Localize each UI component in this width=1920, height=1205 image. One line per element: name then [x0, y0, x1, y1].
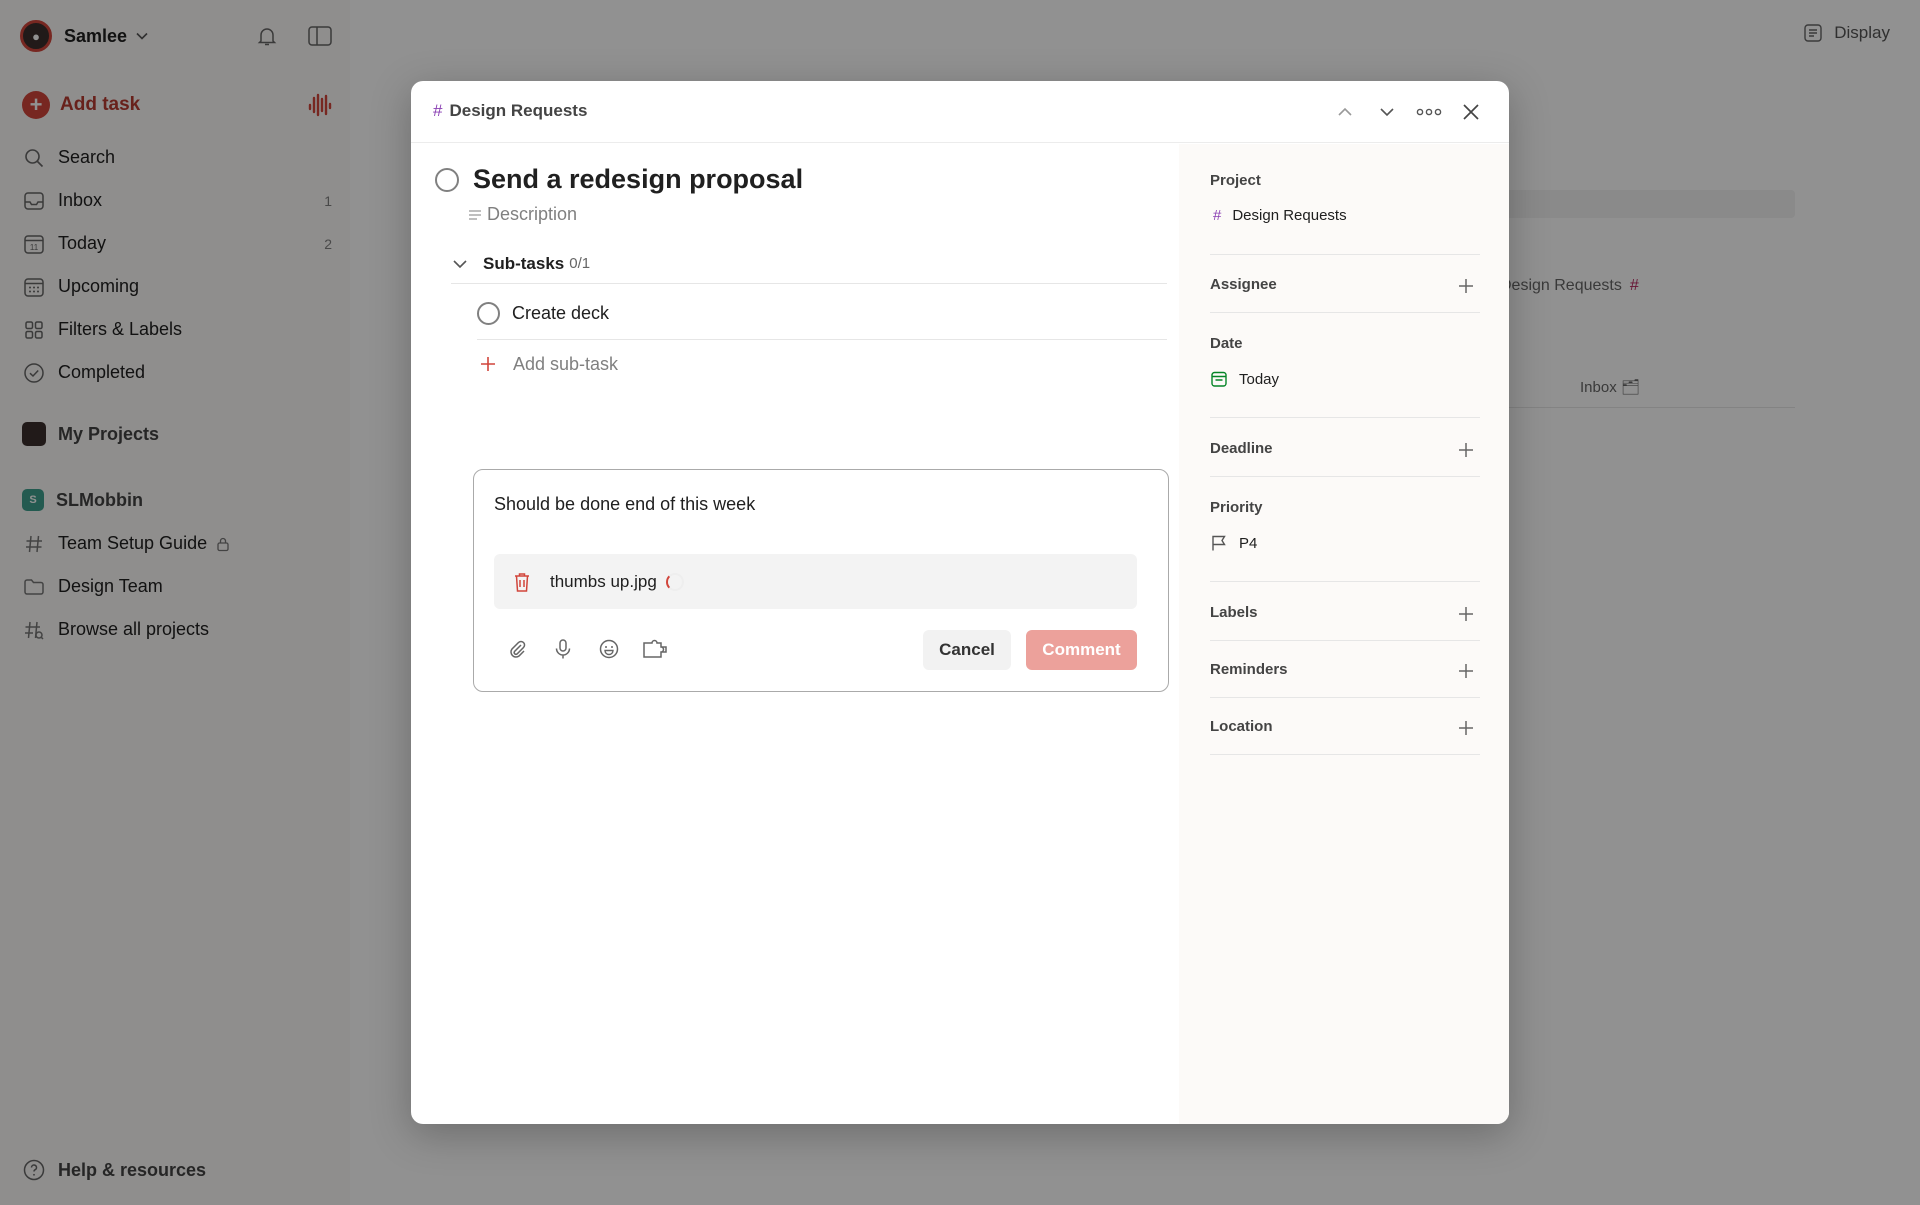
modal-actions	[1323, 97, 1491, 127]
calendar-icon	[1211, 371, 1227, 387]
date-field[interactable]: Date Today	[1210, 335, 1480, 418]
subtasks-title: Sub-tasks	[483, 253, 565, 273]
plus-icon[interactable]	[1458, 663, 1474, 679]
plus-icon	[481, 357, 495, 371]
trash-icon[interactable]	[512, 571, 532, 593]
task-complete-checkbox[interactable]	[435, 167, 459, 192]
close-button[interactable]	[1451, 97, 1491, 127]
subtask-label: Create deck	[512, 302, 610, 323]
plus-icon[interactable]	[1458, 606, 1474, 622]
breadcrumb-project: Design Requests	[449, 101, 588, 120]
labels-field[interactable]: Labels	[1210, 604, 1480, 641]
deadline-field[interactable]: Deadline	[1210, 440, 1480, 477]
attach-file-button[interactable]	[500, 632, 534, 666]
priority-value: P4	[1239, 534, 1258, 552]
more-options-button[interactable]	[1409, 97, 1449, 127]
description-field[interactable]: Description	[467, 204, 577, 225]
reminders-field[interactable]: Reminders	[1210, 661, 1480, 698]
reminders-label: Reminders	[1210, 661, 1288, 678]
hash-icon: #	[433, 101, 443, 120]
flag-icon	[1212, 535, 1226, 551]
previous-task-button[interactable]	[1325, 97, 1365, 127]
emoji-button[interactable]	[592, 632, 626, 666]
integrations-button[interactable]	[638, 632, 672, 666]
date-value-row[interactable]: Today	[1210, 370, 1480, 388]
attachment-filename: thumbs up.jpg	[550, 571, 657, 591]
next-task-button[interactable]	[1367, 97, 1407, 127]
breadcrumb[interactable]: # Design Requests	[433, 101, 587, 121]
close-icon	[1463, 104, 1479, 120]
comment-editor[interactable]: Should be done end of this week thumbs u…	[473, 469, 1169, 692]
comment-submit-button[interactable]: Comment	[1026, 630, 1137, 670]
date-value: Today	[1239, 370, 1280, 388]
plus-icon[interactable]	[1458, 720, 1474, 736]
more-horizontal-icon	[1416, 108, 1442, 116]
subtasks-header[interactable]: Sub-tasks 0/1	[451, 244, 1167, 284]
subtask-item[interactable]: Create deck	[477, 287, 1167, 340]
labels-label: Labels	[1210, 604, 1258, 621]
priority-label: Priority	[1210, 499, 1263, 516]
project-field[interactable]: Project # Design Requests	[1210, 172, 1480, 255]
assignee-label: Assignee	[1210, 276, 1277, 293]
deadline-label: Deadline	[1210, 440, 1273, 457]
task-main-panel: Send a redesign proposal Description Sub…	[411, 144, 1179, 1124]
modal-header: # Design Requests	[411, 81, 1509, 143]
microphone-icon	[555, 639, 571, 659]
task-title[interactable]: Send a redesign proposal	[473, 164, 803, 195]
plus-icon[interactable]	[1458, 442, 1474, 458]
add-subtask-button[interactable]: Add sub-task	[479, 344, 618, 384]
location-field[interactable]: Location	[1210, 718, 1480, 755]
emoji-smile-icon	[599, 639, 619, 659]
task-details-panel: Project # Design Requests Assignee Date …	[1179, 144, 1509, 1124]
task-detail-modal: # Design Requests Send a redesign propos…	[411, 81, 1509, 1124]
chevron-up-icon	[1338, 107, 1352, 116]
task-title-row: Send a redesign proposal	[435, 164, 803, 195]
plus-icon[interactable]	[1458, 278, 1474, 294]
subtask-checkbox[interactable]	[477, 301, 500, 325]
cancel-button[interactable]: Cancel	[923, 630, 1011, 670]
priority-field[interactable]: Priority P4	[1210, 499, 1480, 582]
comment-toolbar	[500, 632, 684, 666]
project-label: Project	[1210, 172, 1261, 189]
project-value: Design Requests	[1232, 207, 1347, 224]
attachment-chip: thumbs up.jpg	[494, 554, 1137, 609]
project-value-row[interactable]: # Design Requests	[1210, 207, 1480, 224]
upload-spinner-icon	[665, 572, 684, 591]
hash-icon: #	[1213, 207, 1222, 224]
priority-value-row[interactable]: P4	[1210, 534, 1480, 552]
add-subtask-label: Add sub-task	[513, 353, 619, 374]
chevron-down-icon	[1380, 108, 1394, 117]
location-label: Location	[1210, 718, 1273, 735]
paperclip-icon	[510, 640, 526, 658]
description-lines-icon	[469, 209, 481, 220]
chevron-down-icon[interactable]	[451, 255, 469, 273]
assignee-field[interactable]: Assignee	[1210, 276, 1480, 313]
subtasks-count: 0/1	[569, 255, 591, 272]
voice-record-button[interactable]	[546, 632, 580, 666]
puzzle-piece-icon	[643, 639, 667, 658]
description-placeholder: Description	[487, 204, 578, 224]
date-label: Date	[1210, 335, 1243, 352]
comment-text[interactable]: Should be done end of this week	[494, 494, 755, 515]
